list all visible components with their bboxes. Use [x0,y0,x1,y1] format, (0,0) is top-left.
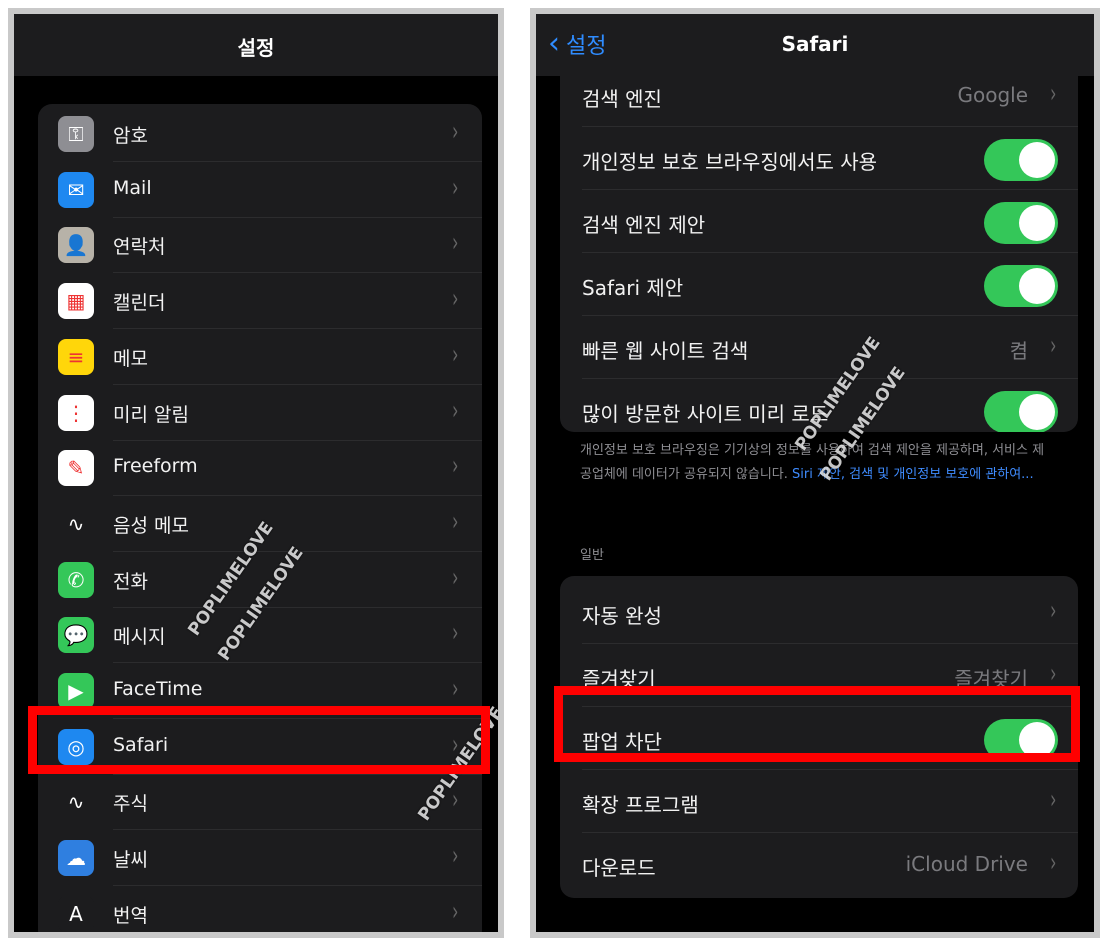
chevron-right-icon: › [1049,331,1056,361]
settings-item-label: 메시지 [113,626,166,649]
safari-setting-row-0[interactable]: 검색 엔진 Google › [560,72,1078,127]
chevron-right-icon: › [451,618,458,649]
calendar-icon: ▦ [58,283,94,320]
settings-item-3[interactable]: ▦ 캘린더 › [38,273,482,330]
settings-item-label: Mail [113,176,152,199]
key-icon: ⚿ [58,116,94,152]
safari-setting-row-2[interactable]: 검색 엔진 제안 [560,190,1078,253]
settings-item-6[interactable]: ✎ Freeform › [38,440,482,497]
settings-item-label: 캘린더 [113,292,166,315]
toggle-knob [1019,268,1055,304]
toggle-knob [1019,205,1055,241]
setting-label: 확장 프로그램 [582,793,699,817]
setting-label: 다운로드 [582,856,656,880]
safari-navbar: ‹ 설정 Safari [536,14,1094,76]
settings-item-1[interactable]: ✉ Mail › [38,162,482,218]
safari-setting-row-1[interactable]: 개인정보 보호 브라우징에서도 사용 [560,127,1078,190]
toggle-switch[interactable] [984,139,1058,181]
settings-item-5[interactable]: ⋮ 미리 알림 › [38,385,482,441]
toggle-switch[interactable] [984,265,1058,307]
chevron-right-icon: › [451,674,458,704]
freeform-icon: ✎ [58,450,94,487]
chevron-right-icon: › [1049,79,1056,109]
chevron-right-icon: › [451,339,458,370]
privacy-footnote: 개인정보 보호 브라우징은 기기상의 정보를 사용하여 검색 제안을 제공하며,… [580,439,1050,487]
notes-icon: ≡ [58,338,94,375]
stocks-icon: ∿ [58,784,94,821]
settings-item-label: 날씨 [113,849,148,872]
chevron-right-icon: › [1049,848,1056,878]
settings-item-4[interactable]: ≡ 메모 › [38,329,482,385]
settings-item-label: 음성 메모 [113,514,189,537]
chevron-right-icon: › [451,117,458,147]
settings-item-label: FaceTime [113,678,203,700]
settings-navbar: 설정 [14,14,498,76]
reminders-icon: ⋮ [58,394,94,431]
toggle-switch[interactable] [984,391,1058,432]
chevron-right-icon: › [1049,596,1056,626]
chevron-right-icon: › [1049,659,1056,689]
chevron-right-icon: › [451,562,458,593]
toggle-knob [1019,142,1055,178]
voice-memo-icon: ∿ [58,505,94,542]
highlight-box-safari [28,706,490,774]
safari-setting-row-3[interactable]: Safari 제안 [560,253,1078,316]
chevron-right-icon: › [451,395,458,426]
setting-label: 많이 방문한 사이트 미리 로드 [582,402,829,426]
chevron-right-icon: › [451,451,458,482]
settings-title: 설정 [237,36,275,60]
chevron-right-icon: › [451,841,458,872]
setting-label: 자동 완성 [582,604,662,628]
messages-icon: 💬 [58,617,94,654]
setting-label: 빠른 웹 사이트 검색 [582,339,749,363]
weather-icon: ☁ [58,840,94,877]
setting-value: iCloud Drive [905,852,1028,876]
setting-label: Safari 제안 [582,276,684,300]
safari-setting-row-4[interactable]: 다운로드 iCloud Drive › [560,833,1078,896]
settings-item-12[interactable]: ∿ 주식 › [38,774,482,831]
settings-item-label: 전화 [113,570,148,593]
setting-value: 켬 [1009,339,1028,363]
settings-screen: 설정 ⚿ 암호 › ✉ Mail › 👤 연락처 › ▦ 캘린더 › ≡ 메모 › ⋮ 미리 알림 › ✎ Freef… [8,8,504,938]
chevron-right-icon: › [451,896,458,927]
setting-value: Google [957,83,1028,107]
toggle-switch[interactable] [984,202,1058,244]
settings-item-14[interactable]: A 번역 › [38,886,482,932]
highlight-box-popup-block [554,686,1080,762]
setting-label: 검색 엔진 [582,87,662,111]
safari-setting-row-4[interactable]: 빠른 웹 사이트 검색 켬 › [560,316,1078,379]
translate-icon: A [58,895,94,932]
facetime-icon: ▶ [58,673,94,709]
settings-item-13[interactable]: ☁ 날씨 › [38,830,482,887]
settings-item-0[interactable]: ⚿ 암호 › [38,106,482,162]
settings-item-label: 미리 알림 [113,403,189,426]
contacts-icon: 👤 [58,227,94,264]
chevron-right-icon: › [451,506,458,537]
chevron-right-icon: › [1049,785,1056,815]
settings-item-label: 연락처 [113,236,166,259]
chevron-right-icon: › [451,172,458,203]
settings-item-label: 번역 [113,904,148,927]
settings-item-label: 암호 [113,125,148,147]
settings-item-2[interactable]: 👤 연락처 › [38,217,482,274]
mail-icon: ✉ [58,171,94,208]
toggle-knob [1019,394,1055,430]
phone-icon: ✆ [58,561,94,598]
safari-settings-screen: ‹ 설정 Safari 검색 엔진 Google › 개인정보 보호 브라우징에서도 … [530,8,1100,938]
settings-item-label: 주식 [113,793,148,816]
setting-label: 검색 엔진 제안 [582,213,706,237]
safari-setting-row-0[interactable]: 자동 완성 › [560,581,1078,644]
search-settings-group: 검색 엔진 Google › 개인정보 보호 브라우징에서도 사용검색 엔진 제안 Sa… [560,72,1078,432]
settings-item-label: Freeform [113,455,198,478]
settings-item-label: 메모 [113,347,148,370]
chevron-right-icon: › [451,284,458,315]
safari-setting-row-3[interactable]: 확장 프로그램 › [560,770,1078,833]
section-header-general: 일반 [580,548,604,563]
setting-label: 개인정보 보호 브라우징에서도 사용 [582,150,878,174]
chevron-right-icon: › [451,228,458,259]
safari-title: Safari [781,32,849,56]
